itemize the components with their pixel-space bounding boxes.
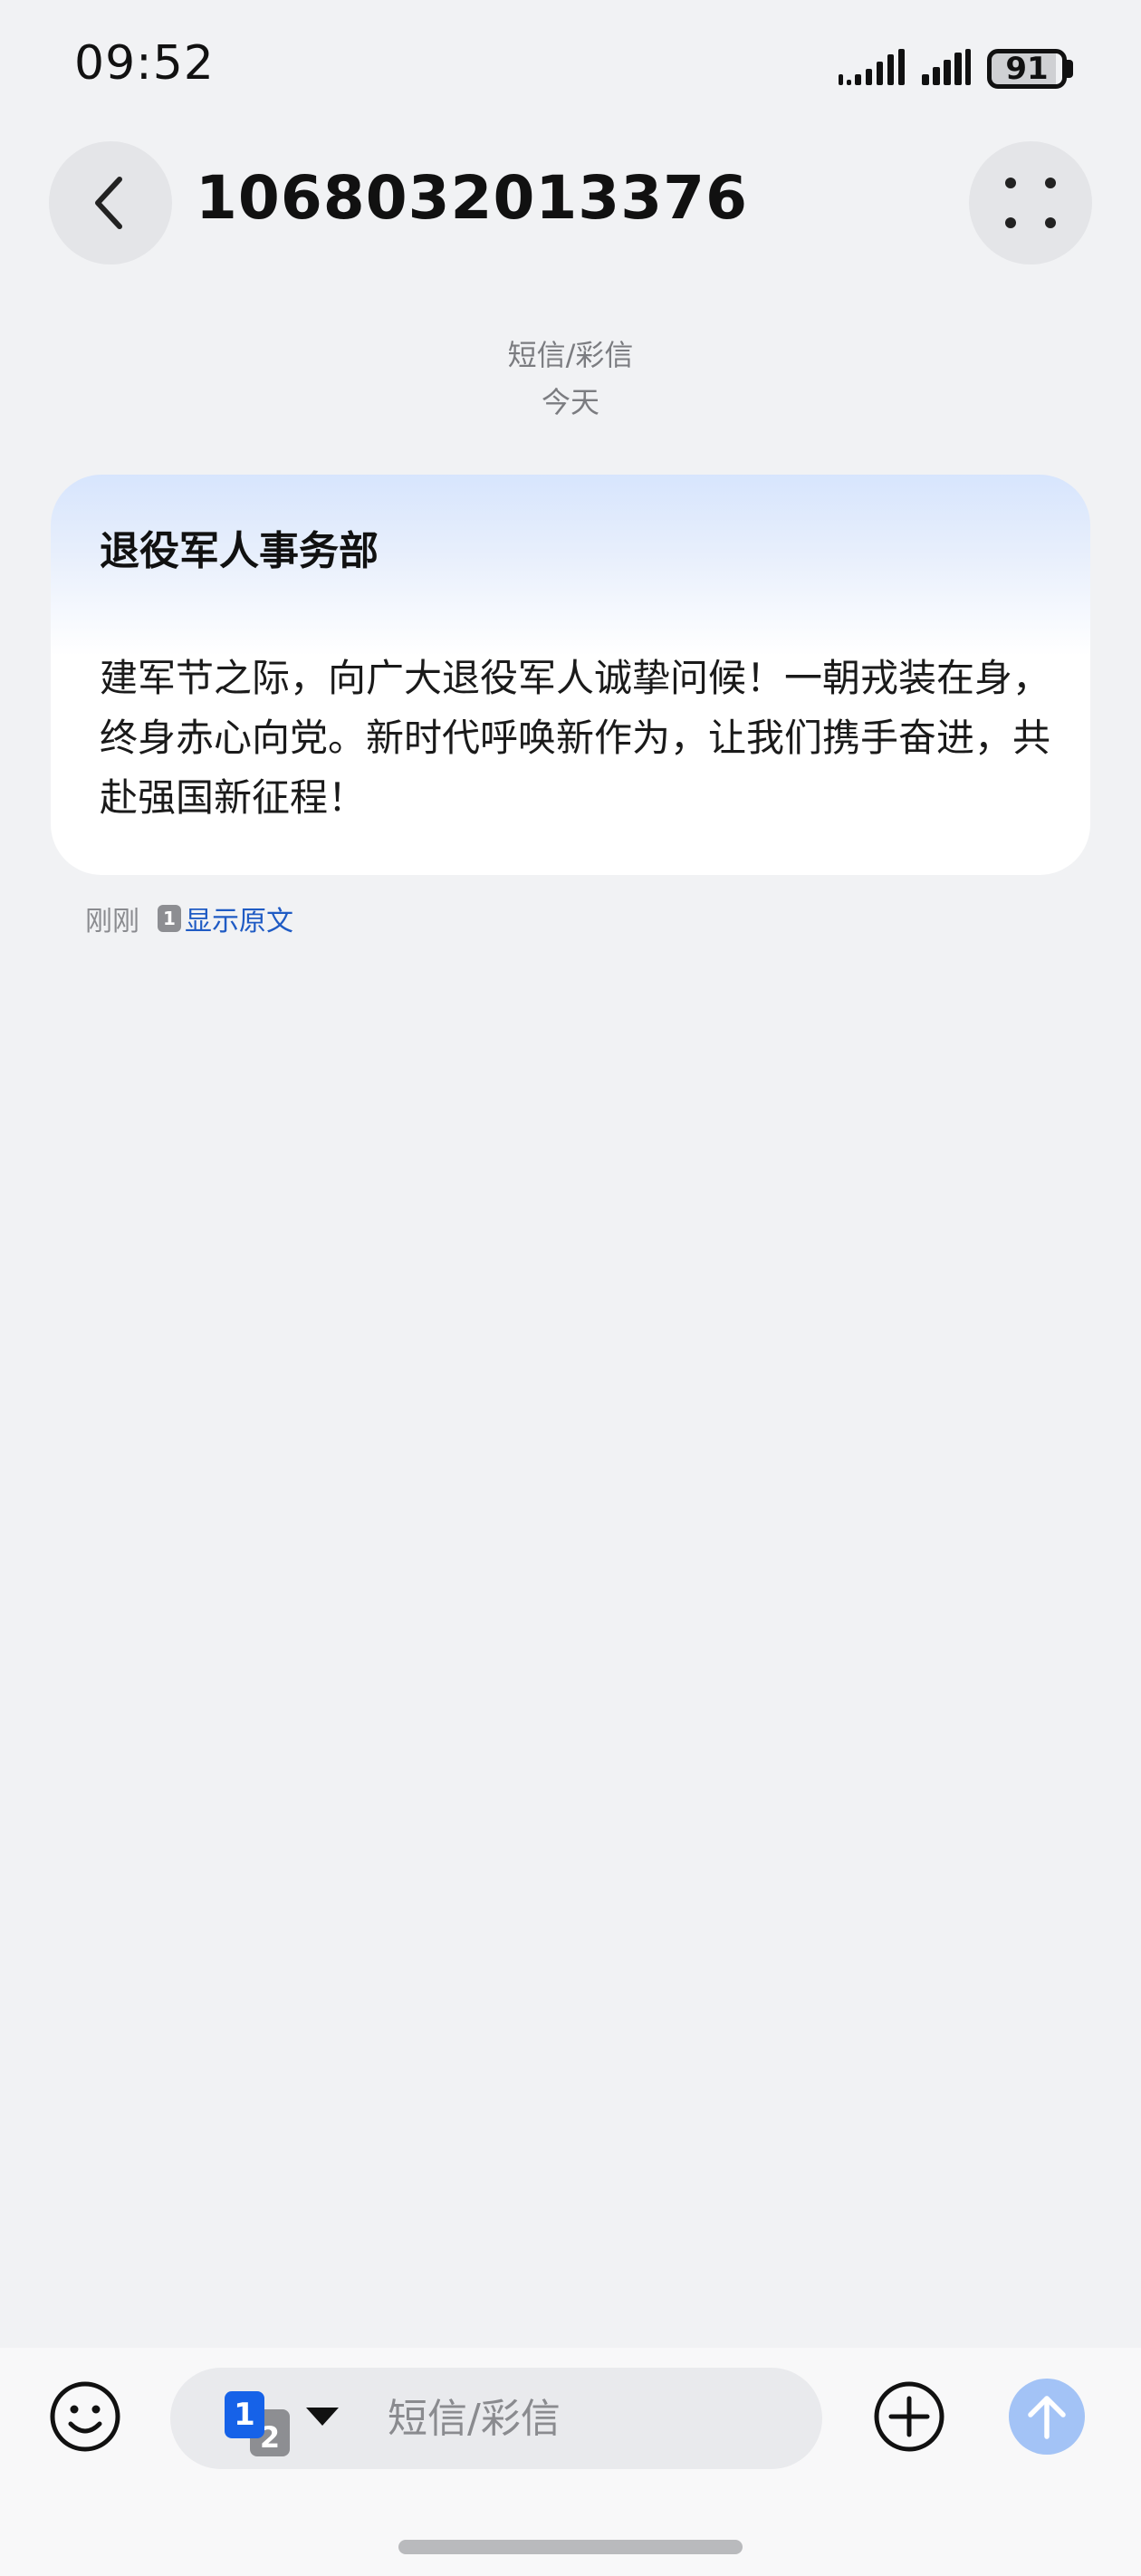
smiley-icon [50,2381,120,2452]
message-meta: 刚刚 1 显示原文 [85,897,293,940]
channel-label: 短信/彩信 [507,338,634,372]
plus-circle-icon [874,2381,944,2452]
message-body: 建军节之际，向广大退役军人诚挚问候！一朝戎装在身，终身赤心向党。新时代呼唤新作为… [100,656,1051,820]
sim-card-primary: 1 [225,2391,264,2438]
page-title: 1068032013376 [196,163,748,233]
caret-down-icon[interactable] [306,2408,339,2426]
date-label: 今天 [541,385,599,419]
show-original-link[interactable]: 显示原文 [185,899,293,938]
back-button[interactable] [49,141,172,264]
more-button[interactable] [969,141,1092,264]
signal-bars-icon [922,49,971,85]
chevron-left-icon [95,177,122,229]
status-time: 09:52 [74,36,215,91]
home-indicator[interactable] [398,2540,743,2554]
battery-level: 91 [1005,51,1049,87]
sim-badge: 1 [158,905,181,932]
status-bar: 09:52 91 [0,0,1141,136]
emoji-button[interactable] [47,2379,123,2455]
dots-grid-icon [1005,178,1056,228]
send-button[interactable] [1009,2379,1085,2455]
thread-divider: 短信/彩信 今天 [0,332,1141,426]
message-sender: 退役军人事务部 [100,528,379,574]
signal-bars-icon [839,49,905,85]
message-input[interactable] [388,2368,804,2469]
battery-tip [1067,60,1073,78]
arrow-up-icon [1028,2396,1066,2439]
conversation-header: 1068032013376 [0,136,1141,272]
sim-selector[interactable]: 1 2 [225,2391,297,2456]
composer-bar: 1 2 [0,2348,1141,2576]
message-card[interactable]: 退役军人事务部 建军节之际，向广大退役军人诚挚问候！一朝戎装在身，终身赤心向党。… [51,475,1090,875]
message-input-container: 1 2 [170,2368,822,2469]
add-attachment-button[interactable] [871,2379,947,2455]
battery-icon: 91 [987,49,1067,89]
message-time: 刚刚 [85,906,139,937]
